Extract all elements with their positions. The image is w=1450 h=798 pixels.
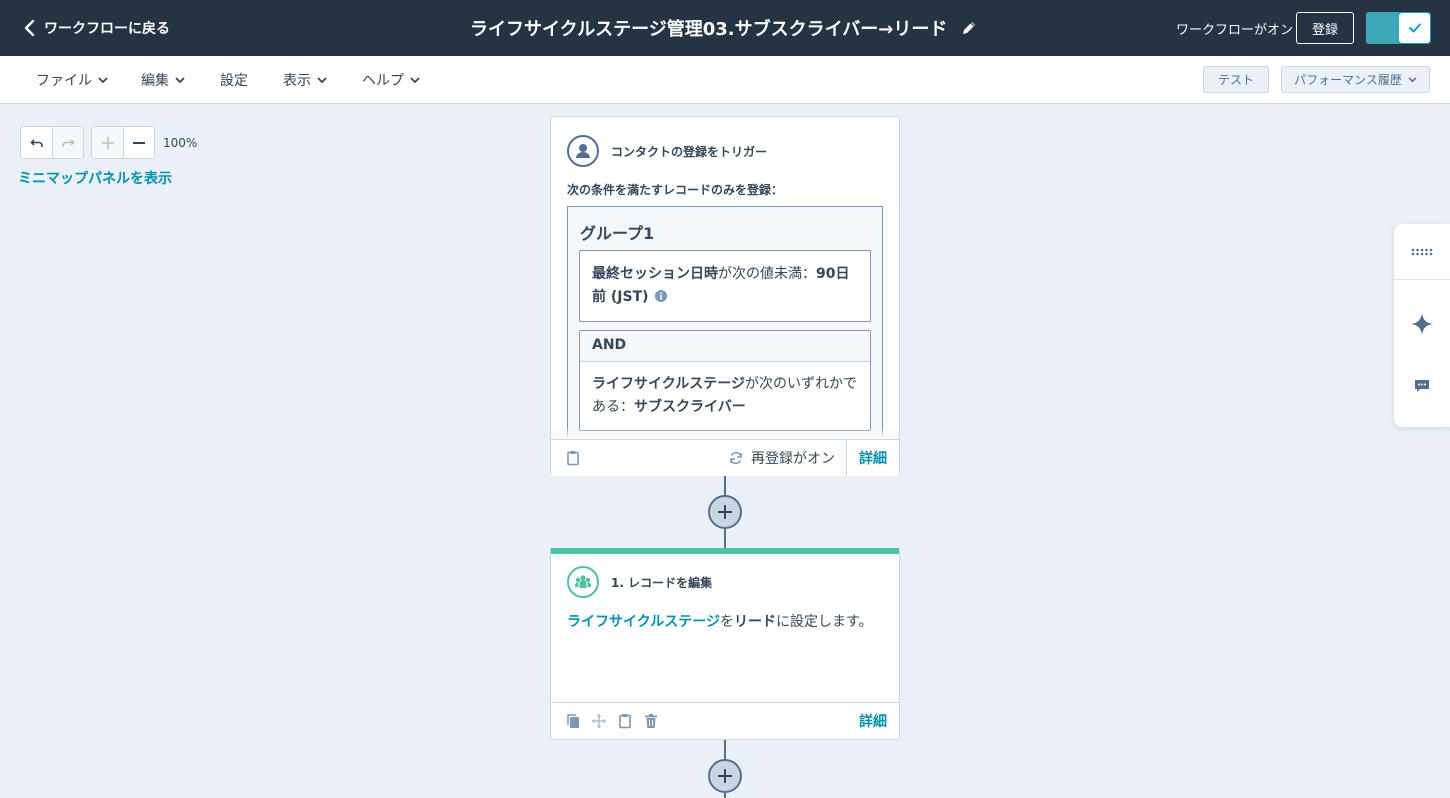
toggle-fill bbox=[1366, 12, 1399, 44]
zoom-out-button[interactable] bbox=[123, 127, 154, 158]
filter2-value: サブスクライバー bbox=[634, 399, 746, 415]
trigger-title: コンタクトの登録をトリガー bbox=[611, 144, 768, 159]
menu-help[interactable]: ヘルプ bbox=[362, 56, 420, 104]
trigger-detail-link[interactable]: 詳細 bbox=[859, 440, 887, 476]
action-card-edit-record[interactable]: 1. レコードを編集 ライフサイクルステージをリードに設定します。 詳細 bbox=[550, 548, 900, 740]
action-connector2: に設定します。 bbox=[776, 614, 873, 630]
back-label: ワークフローに戻る bbox=[44, 21, 170, 37]
right-side-panel bbox=[1394, 224, 1450, 427]
workflow-status-text: ワークフローがオン bbox=[1176, 22, 1294, 38]
test-button[interactable]: テスト bbox=[1203, 66, 1269, 93]
menu-view[interactable]: 表示 bbox=[283, 56, 327, 104]
refresh-icon bbox=[730, 451, 742, 465]
menu-view-label: 表示 bbox=[283, 73, 311, 89]
show-minimap-link[interactable]: ミニマップパネルを表示 bbox=[18, 168, 172, 188]
chevron-down-icon bbox=[1408, 77, 1417, 83]
undo-button[interactable] bbox=[21, 127, 52, 158]
comments-button[interactable] bbox=[1394, 369, 1450, 403]
clipboard-icon[interactable] bbox=[617, 713, 633, 729]
chevron-down-icon bbox=[175, 77, 185, 84]
menu-help-label: ヘルプ bbox=[362, 73, 404, 89]
add-action-button[interactable] bbox=[708, 495, 742, 529]
menu-bar: ファイル 編集 設定 表示 ヘルプ テスト パフォーマンス履歴 bbox=[0, 56, 1450, 104]
chat-icon bbox=[1415, 380, 1429, 392]
menu-file[interactable]: ファイル bbox=[36, 56, 108, 104]
action-connector1: を bbox=[720, 614, 735, 630]
action-card-footer: 詳細 bbox=[551, 702, 899, 739]
ai-assistant-button[interactable] bbox=[1394, 304, 1450, 344]
chevron-left-icon bbox=[24, 20, 35, 36]
reenroll-label: 再登録がオン bbox=[751, 451, 835, 467]
trigger-card[interactable]: コンタクトの登録をトリガー 次の条件を満たすレコードのみを登録： グループ1 最… bbox=[550, 116, 900, 476]
menu-settings-label: 設定 bbox=[220, 73, 248, 89]
action-title: 1. レコードを編集 bbox=[611, 575, 713, 590]
chevron-down-icon bbox=[98, 77, 108, 84]
zoom-controls bbox=[91, 126, 155, 159]
action-description: ライフサイクルステージをリードに設定します。 bbox=[567, 611, 873, 631]
property-link[interactable]: ライフサイクルステージ bbox=[567, 614, 720, 630]
action-accent-bar bbox=[551, 548, 899, 554]
filter1-operator: が次の値未満： bbox=[718, 266, 816, 282]
action-card-header: 1. レコードを編集 bbox=[567, 566, 712, 598]
back-to-workflows-link[interactable]: ワークフローに戻る bbox=[24, 0, 170, 56]
redo-icon bbox=[62, 138, 75, 147]
toggle-knob bbox=[1399, 13, 1430, 43]
reenroll-status: 再登録がオン bbox=[729, 440, 835, 476]
move-icon[interactable] bbox=[591, 713, 607, 729]
add-action-button[interactable] bbox=[708, 759, 742, 793]
condition-label: 次の条件を満たすレコードのみを登録： bbox=[567, 183, 784, 197]
undo-redo-controls bbox=[20, 126, 84, 159]
plus-icon bbox=[718, 505, 732, 519]
menu-file-label: ファイル bbox=[36, 73, 92, 89]
connector-line bbox=[724, 529, 726, 549]
copy-icon[interactable] bbox=[565, 713, 581, 729]
workflow-on-toggle[interactable] bbox=[1366, 12, 1431, 44]
filter-and-block[interactable]: AND ライフサイクルステージが次のいずれかである：サブスクライバー bbox=[579, 330, 871, 431]
sparkle-icon bbox=[1411, 313, 1433, 335]
group-title: グループ1 bbox=[580, 224, 655, 243]
action-detail-link[interactable]: 詳細 bbox=[859, 703, 887, 739]
contact-icon bbox=[567, 135, 599, 167]
menu-settings[interactable]: 設定 bbox=[220, 56, 248, 104]
trigger-card-header: コンタクトの登録をトリガー bbox=[567, 135, 767, 167]
pencil-icon[interactable] bbox=[961, 20, 977, 36]
team-icon bbox=[567, 566, 599, 598]
performance-history-button[interactable]: パフォーマンス履歴 bbox=[1281, 66, 1430, 93]
chevron-down-icon bbox=[317, 77, 327, 84]
trash-icon[interactable] bbox=[643, 713, 659, 729]
redo-button[interactable] bbox=[52, 127, 83, 158]
connector-line bbox=[724, 793, 726, 798]
zoom-in-button[interactable] bbox=[92, 127, 123, 158]
plus-icon bbox=[718, 769, 732, 783]
check-icon bbox=[1408, 23, 1421, 33]
top-bar: ワークフローに戻る ライフサイクルステージ管理03.サブスクライバー→リード ワ… bbox=[0, 0, 1450, 56]
filter-last-session[interactable]: 最終セッション日時が次の値未満：90日前 (JST) bbox=[579, 250, 871, 322]
trigger-card-footer: 再登録がオン 詳細 bbox=[551, 439, 899, 476]
grid-dots-button[interactable] bbox=[1394, 224, 1450, 279]
zoom-out-icon bbox=[133, 141, 145, 144]
grid-dots-icon bbox=[1411, 248, 1433, 255]
info-icon[interactable] bbox=[654, 290, 667, 302]
menu-edit[interactable]: 編集 bbox=[141, 56, 185, 104]
scroll-fade bbox=[551, 428, 899, 438]
performance-label: パフォーマンス履歴 bbox=[1294, 73, 1402, 87]
filter-group: グループ1 最終セッション日時が次の値未満：90日前 (JST) AND ライフ… bbox=[567, 206, 883, 438]
filter1-property: 最終セッション日時 bbox=[592, 266, 718, 282]
workflow-title: ライフサイクルステージ管理03.サブスクライバー→リード bbox=[470, 19, 948, 40]
zoom-level: 100% bbox=[163, 135, 198, 150]
undo-icon bbox=[29, 138, 43, 147]
chevron-down-icon bbox=[410, 77, 420, 84]
clipboard-icon[interactable] bbox=[565, 450, 581, 466]
filter2-property: ライフサイクルステージ bbox=[592, 376, 746, 392]
rail-divider bbox=[1394, 279, 1450, 280]
test-label: テスト bbox=[1217, 73, 1254, 87]
footer-divider bbox=[846, 440, 847, 476]
menu-edit-label: 編集 bbox=[141, 73, 169, 89]
action-value: リード bbox=[734, 614, 777, 630]
register-button[interactable]: 登録 bbox=[1296, 12, 1354, 44]
workflow-title-area: ライフサイクルステージ管理03.サブスクライバー→リード bbox=[470, 0, 977, 56]
zoom-in-icon bbox=[101, 136, 114, 149]
and-label: AND bbox=[580, 331, 870, 362]
